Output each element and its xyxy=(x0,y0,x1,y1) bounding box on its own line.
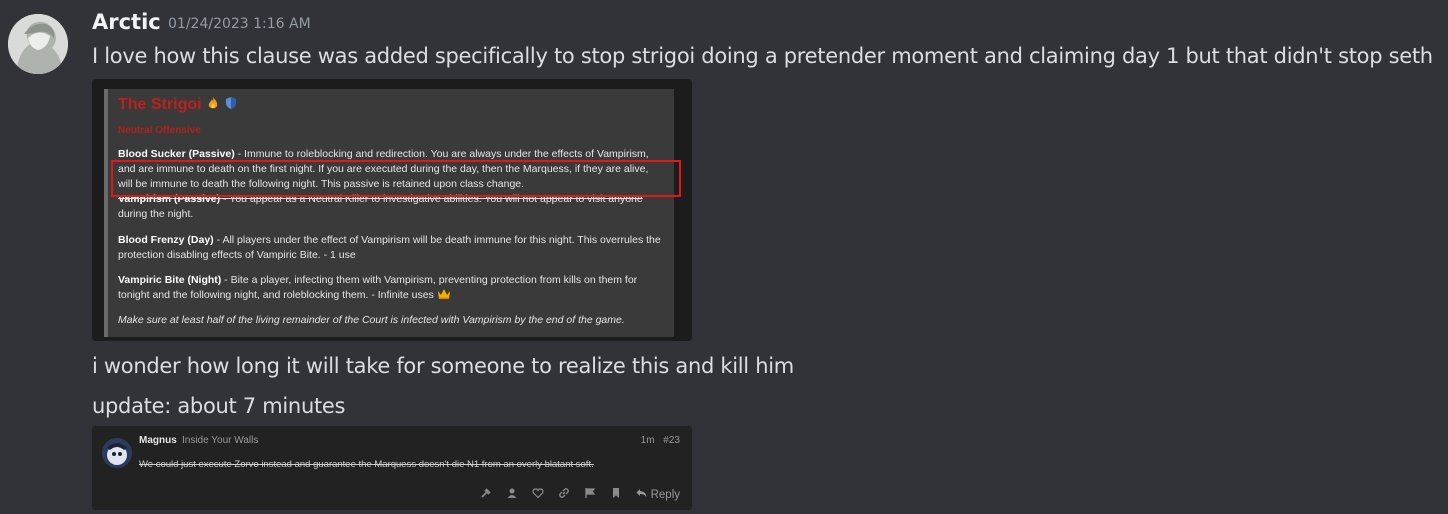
ability-text: - All players under the effect of Vampir… xyxy=(213,234,661,246)
role-subtitle: Neutral Offensive xyxy=(118,125,201,136)
role-title: The Strigoi xyxy=(118,96,238,113)
forum-avatar-image xyxy=(102,438,132,468)
ability-vampirism-line2: during the night. xyxy=(118,208,194,220)
message-text-3: update: about 7 minutes xyxy=(92,394,346,418)
ability-bite-line1: Vampiric Bite (Night) - Bite a player, i… xyxy=(118,273,637,288)
ability-bite-name: Vampiric Bite (Night) xyxy=(118,274,222,286)
ability-text: - Immune to roleblocking and redirection… xyxy=(234,148,649,160)
ability-blood-sucker-name: Blood Sucker (Passive) xyxy=(118,148,235,160)
link-icon xyxy=(558,487,570,502)
crown-icon xyxy=(437,289,450,299)
ability-frenzy-name: Blood Frenzy (Day) xyxy=(118,234,214,246)
hammer-icon xyxy=(480,487,492,502)
user-icon xyxy=(506,487,518,502)
ability-text: - Bite a player, infecting them with Vam… xyxy=(221,274,638,286)
shield-icon xyxy=(226,97,237,109)
ability-frenzy-line1: Blood Frenzy (Day) - All players under t… xyxy=(118,233,661,248)
role-title-text: The Strigoi xyxy=(118,96,202,113)
avatar[interactable] xyxy=(8,14,68,74)
image-attachment-forum-post[interactable]: Magnus Inside Your Walls 1m #23 We could… xyxy=(92,426,692,510)
forum-username: Magnus xyxy=(139,435,177,446)
forum-post-actions: Reply xyxy=(480,486,680,502)
ability-text: tonight and the following night, and rol… xyxy=(118,289,434,301)
message-text: I love how this clause was added specifi… xyxy=(92,44,1433,68)
reply-button[interactable]: Reply xyxy=(636,488,680,501)
fire-icon xyxy=(208,97,218,109)
highlight-box xyxy=(111,160,681,197)
avatar-image xyxy=(8,14,68,74)
role-goal: Make sure at least half of the living re… xyxy=(118,314,625,326)
reply-label: Reply xyxy=(650,488,680,501)
message-author[interactable]: Arctic xyxy=(92,10,161,34)
forum-post-text: We could just execute Zorvo instead and … xyxy=(139,459,594,470)
message-timestamp: 01/24/2023 1:16 AM xyxy=(168,16,311,32)
flag-icon xyxy=(584,487,596,502)
forum-post-meta: 1m #23 xyxy=(640,435,680,446)
heart-icon xyxy=(532,487,544,502)
message-text-2: i wonder how long it will take for someo… xyxy=(92,354,794,378)
forum-avatar xyxy=(102,438,132,468)
ability-frenzy-line2: protection disabling effects of Vampiric… xyxy=(118,249,356,261)
ability-bite-line2: tonight and the following night, and rol… xyxy=(118,288,451,303)
image-attachment-strigoi[interactable]: The Strigoi Neutral Offensive Blood Suck… xyxy=(92,79,692,341)
reply-icon xyxy=(636,488,647,497)
bookmark-icon xyxy=(610,487,622,502)
forum-user-title: Inside Your Walls xyxy=(182,435,259,446)
